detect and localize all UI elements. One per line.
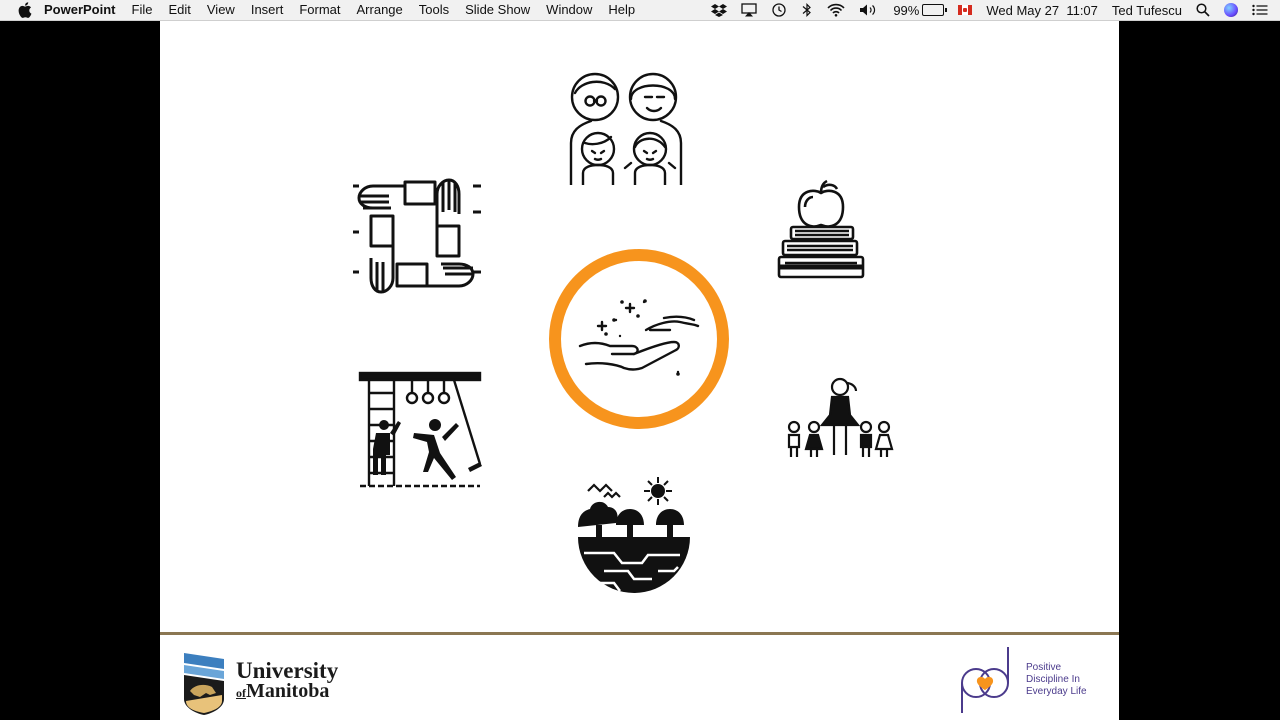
nature-landscape-icon	[578, 477, 690, 593]
spotlight-search-icon[interactable]	[1196, 3, 1210, 17]
pdel-line-2: Discipline In	[1026, 674, 1080, 685]
battery-icon[interactable]	[922, 4, 948, 16]
giving-hands-circle-icon	[549, 249, 729, 429]
menu-view[interactable]: View	[199, 0, 243, 20]
menu-bar: PowerPoint File Edit View Insert Format …	[0, 0, 1280, 21]
menu-arrange[interactable]: Arrange	[349, 0, 411, 20]
uofm-manitoba: Manitoba	[246, 680, 330, 702]
footer-divider	[160, 632, 1119, 635]
time-machine-icon[interactable]	[771, 2, 787, 18]
clock-datetime[interactable]: Wed May 27 11:07	[986, 3, 1098, 18]
airplay-icon[interactable]	[741, 3, 757, 17]
app-menu[interactable]: PowerPoint	[40, 0, 124, 20]
user-name[interactable]: Ted Tufescu	[1112, 3, 1182, 18]
menu-insert[interactable]: Insert	[243, 0, 292, 20]
canada-flag-icon[interactable]	[958, 5, 973, 15]
family-icon	[569, 72, 683, 185]
menu-format[interactable]: Format	[291, 0, 348, 20]
battery-percent[interactable]: 99%	[893, 3, 919, 18]
pdel-line-1: Positive	[1026, 662, 1062, 673]
positive-discipline-logo: Positive Discipline In Everyday Life	[960, 647, 1106, 713]
bluetooth-icon[interactable]	[801, 2, 813, 18]
menu-edit[interactable]: Edit	[160, 0, 198, 20]
menu-file[interactable]: File	[124, 0, 161, 20]
menu-tools[interactable]: Tools	[411, 0, 457, 20]
menu-window[interactable]: Window	[538, 0, 600, 20]
pd-heart-logo-icon	[961, 647, 1009, 713]
uofm-of: of	[236, 686, 246, 700]
teacher-children-icon	[787, 377, 894, 457]
teamwork-hands-icon	[353, 178, 481, 294]
siri-icon[interactable]	[1224, 3, 1238, 17]
uofm-university: University	[236, 658, 339, 683]
dropbox-icon[interactable]	[711, 3, 728, 17]
playground-icon	[358, 371, 482, 488]
menu-slide-show[interactable]: Slide Show	[457, 0, 538, 20]
notification-center-icon[interactable]	[1252, 4, 1268, 16]
wifi-icon[interactable]	[827, 3, 845, 17]
slide-canvas[interactable]: University ofManitoba Positive Disciplin…	[160, 21, 1119, 720]
apple-menu-icon[interactable]	[18, 2, 32, 18]
apple-books-icon	[777, 179, 865, 279]
university-crest-icon	[184, 653, 224, 715]
menu-help[interactable]: Help	[600, 0, 643, 20]
status-area: 99% Wed May 27 11:07 Ted Tufescu	[704, 0, 1280, 20]
volume-icon[interactable]	[859, 3, 879, 17]
university-of-manitoba-logo: University ofManitoba	[182, 649, 338, 715]
pdel-line-3: Everyday Life	[1026, 686, 1087, 697]
